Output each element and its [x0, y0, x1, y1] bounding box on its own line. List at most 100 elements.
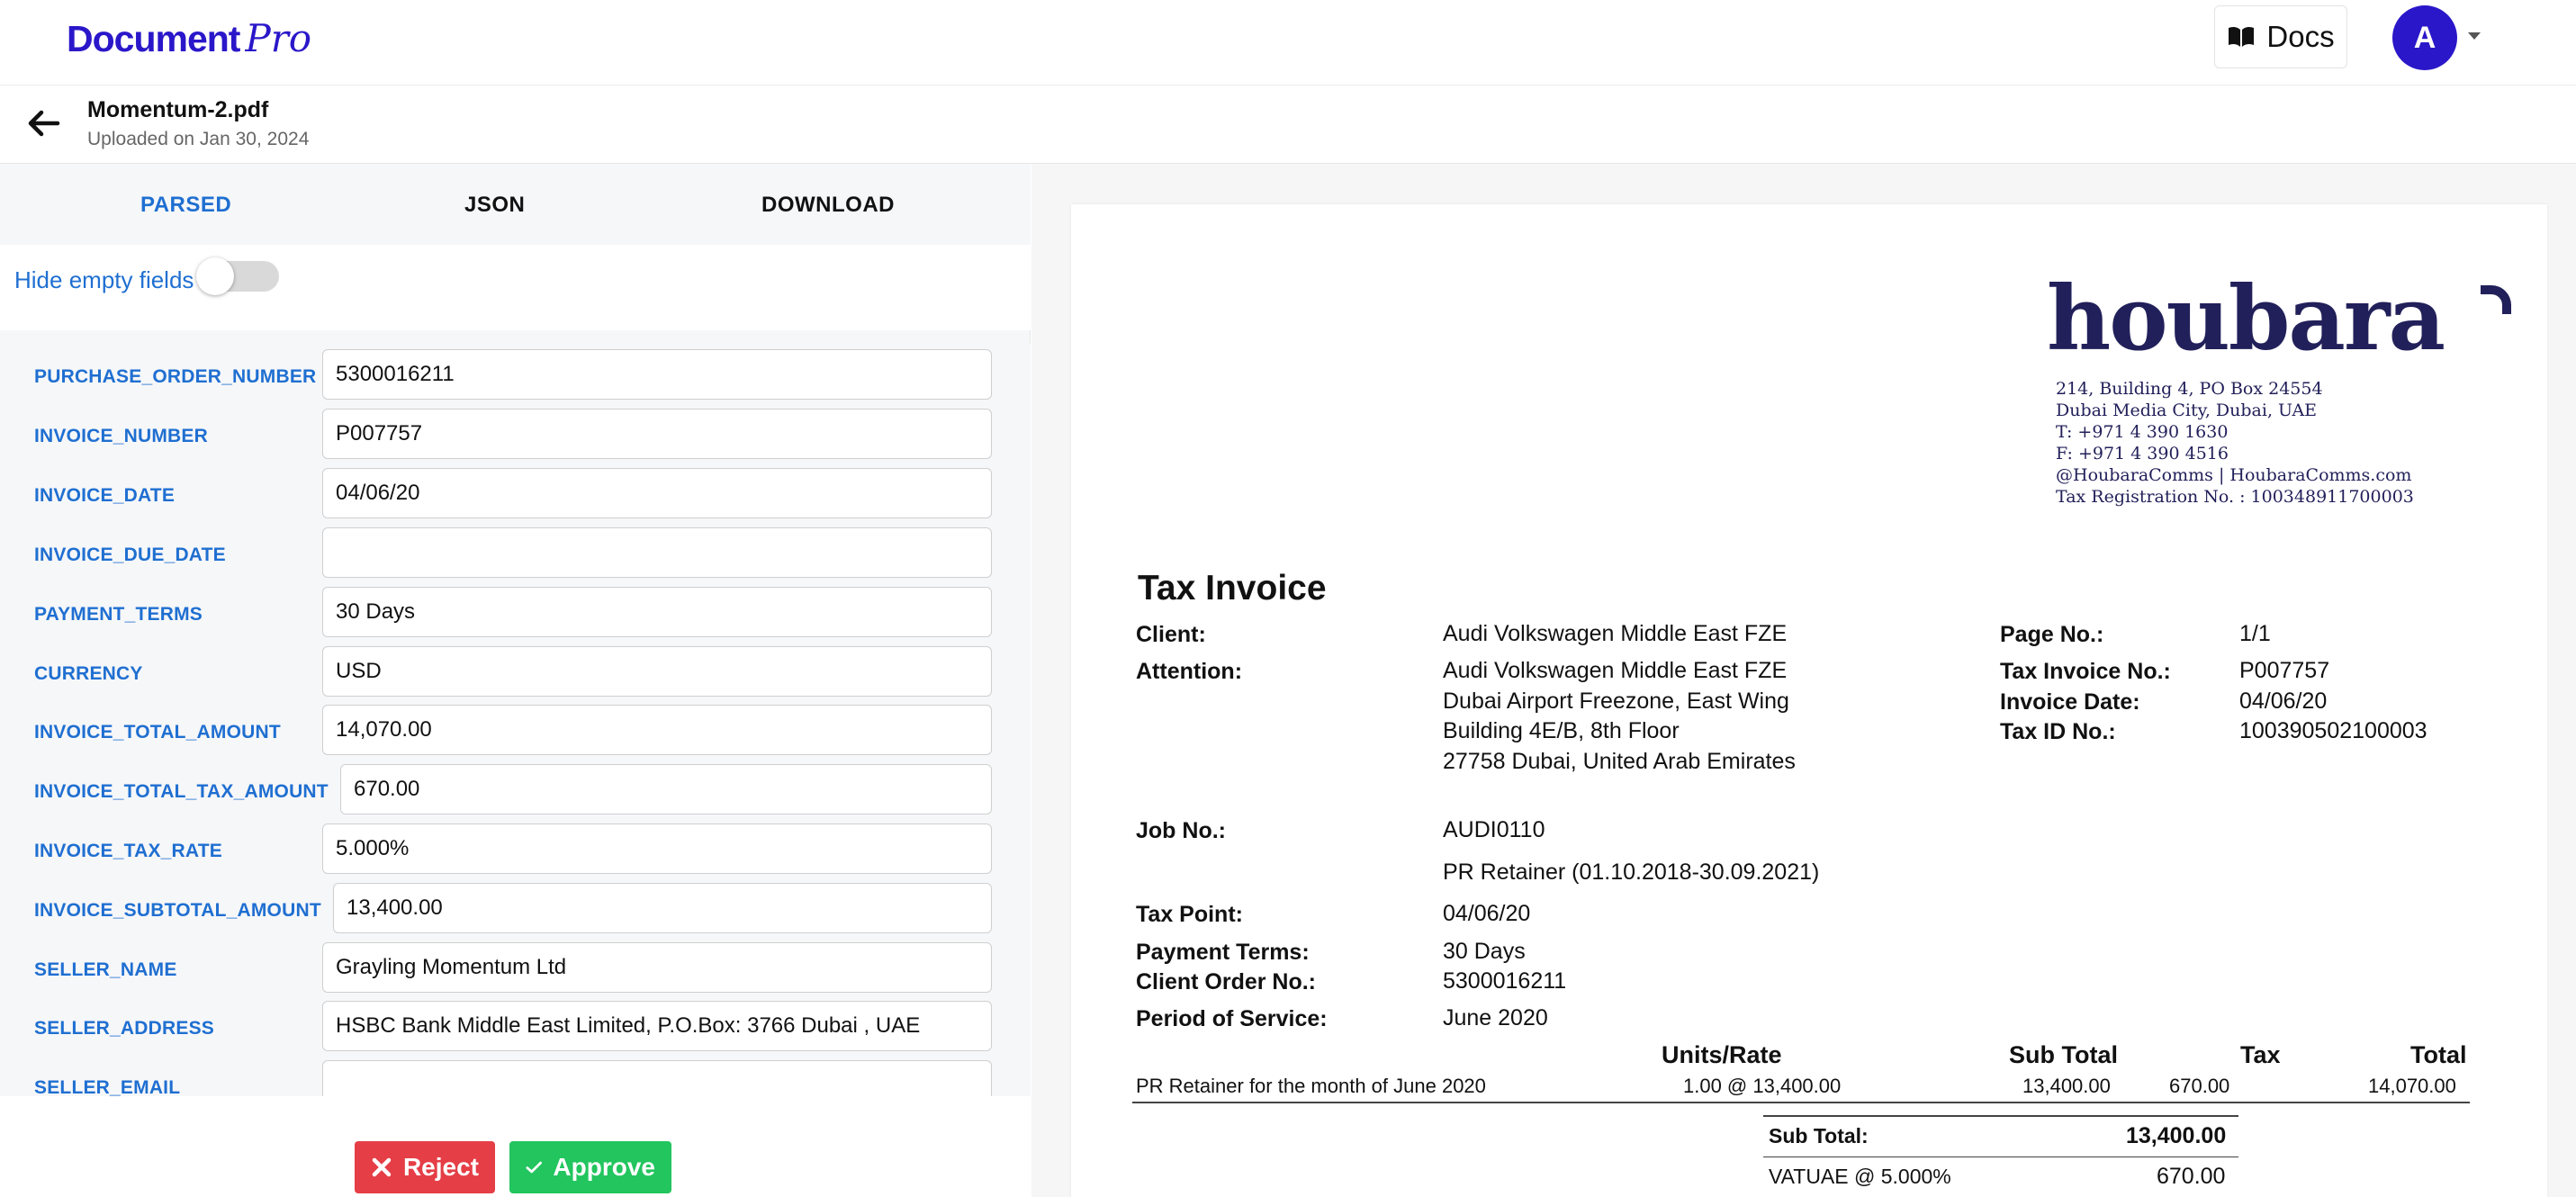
field-input-invoice-date[interactable]: 04/06/20 — [322, 468, 992, 518]
line-item-units: 1.00 @ 13,400.00 — [1683, 1075, 1842, 1097]
field-label-invoice-total-tax-amount: INVOICE_TOTAL_TAX_AMOUNT — [34, 781, 329, 802]
avatar[interactable]: A — [2392, 5, 2457, 70]
docs-button[interactable]: Docs — [2214, 5, 2347, 68]
summary-divider — [1763, 1156, 2238, 1157]
field-input-invoice-number[interactable]: P007757 — [322, 409, 992, 459]
invoice-date-label: Invoice Date: — [2000, 689, 2140, 715]
document-page: houbara 214, Building 4, PO Box 24554 Du… — [1071, 204, 2547, 1197]
field-label-seller-address: SELLER_ADDRESS — [34, 1018, 215, 1039]
tab-download[interactable]: DOWNLOAD — [761, 193, 895, 218]
docs-label: Docs — [2266, 20, 2335, 53]
summary-vat-label: VATUAE @ 5.000% — [1769, 1165, 1951, 1188]
summary-divider — [1763, 1115, 2238, 1117]
field-label-invoice-total-amount: INVOICE_TOTAL_AMOUNT — [34, 722, 281, 742]
houbara-logo: houbara — [2047, 267, 2445, 371]
close-icon — [372, 1157, 392, 1177]
field-label-purchase-order-number: PURCHASE_ORDER_NUMBER — [34, 366, 317, 387]
line-item-total: 14,070.00 — [2368, 1075, 2456, 1097]
summary-subtotal-label: Sub Total: — [1769, 1124, 1869, 1148]
tab-parsed[interactable]: PARSED — [140, 193, 231, 218]
field-input-invoice-subtotal-amount[interactable]: 13,400.00 — [333, 883, 992, 933]
approve-label: Approve — [553, 1153, 655, 1181]
field-input-payment-terms[interactable]: 30 Days — [322, 587, 992, 637]
invoice-date-value: 04/06/20 — [2239, 688, 2328, 714]
field-input-seller-name[interactable]: Grayling Momentum Ltd — [322, 942, 992, 993]
field-label-invoice-due-date: INVOICE_DUE_DATE — [34, 544, 226, 565]
period-value: June 2020 — [1443, 1005, 1548, 1030]
field-label-currency: CURRENCY — [34, 663, 143, 684]
tax-invoice-no-label: Tax Invoice No.: — [2000, 659, 2171, 684]
approve-button[interactable]: Approve — [509, 1141, 671, 1193]
top-bar: Document Pro Docs A — [0, 0, 2576, 86]
address-line: Tax Registration No. : 100348911700003 — [2056, 487, 2414, 507]
field-input-purchase-order-number[interactable]: 5300016211 — [322, 349, 992, 400]
payment-terms-label: Payment Terms: — [1136, 940, 1310, 965]
upload-date: Uploaded on Jan 30, 2024 — [87, 129, 310, 149]
col-header-total: Total — [2410, 1041, 2467, 1068]
payment-terms-value: 30 Days — [1443, 939, 1526, 964]
address-line: @HoubaraComms | HoubaraComms.com — [2056, 465, 2412, 485]
line-item-tax: 670.00 — [2169, 1075, 2230, 1097]
field-label-invoice-date: INVOICE_DATE — [34, 485, 176, 506]
tax-point-label: Tax Point: — [1136, 902, 1243, 927]
tax-id-value: 100390502100003 — [2239, 718, 2427, 743]
field-input-invoice-total-amount[interactable]: 14,070.00 — [322, 705, 992, 755]
address-line: Dubai Media City, Dubai, UAE — [2056, 400, 2318, 420]
file-header: Momentum-2.pdf Uploaded on Jan 30, 2024 — [0, 86, 2576, 164]
field-input-seller-email[interactable] — [322, 1060, 992, 1096]
line-item-description: PR Retainer for the month of June 2020 — [1136, 1075, 1486, 1097]
client-order-label: Client Order No.: — [1136, 969, 1317, 994]
back-arrow-icon[interactable] — [23, 104, 63, 143]
file-name: Momentum-2.pdf — [87, 97, 269, 122]
job-description: PR Retainer (01.10.2018-30.09.2021) — [1443, 860, 1820, 885]
field-input-currency[interactable]: USD — [322, 646, 992, 697]
field-label-seller-email: SELLER_EMAIL — [34, 1077, 181, 1096]
tax-id-label: Tax ID No.: — [2000, 719, 2116, 744]
brand-main-text: Document — [67, 18, 240, 59]
page-no-label: Page No.: — [2000, 622, 2104, 647]
app-logo[interactable]: Document Pro — [67, 16, 311, 70]
address-line: T: +971 4 390 1630 — [2056, 422, 2229, 442]
brand-pro-text: Pro — [245, 16, 312, 60]
check-icon — [526, 1161, 542, 1174]
book-icon — [2229, 26, 2255, 47]
address-line: 214, Building 4, PO Box 24554 — [2056, 379, 2323, 399]
client-label: Client: — [1136, 622, 1206, 647]
field-label-seller-name: SELLER_NAME — [34, 959, 177, 980]
field-input-invoice-total-tax-amount[interactable]: 670.00 — [340, 764, 992, 814]
attention-line: Audi Volkswagen Middle East FZE — [1443, 658, 1788, 683]
attention-line: 27758 Dubai, United Arab Emirates — [1443, 749, 1796, 774]
attention-line: Dubai Airport Freezone, East Wing — [1443, 688, 1789, 714]
field-label-invoice-tax-rate: INVOICE_TAX_RATE — [34, 841, 222, 861]
attention-label: Attention: — [1136, 659, 1243, 684]
page-no-value: 1/1 — [2239, 621, 2271, 646]
chevron-down-icon[interactable] — [2468, 32, 2481, 40]
table-divider — [1132, 1102, 2470, 1103]
field-label-invoice-subtotal-amount: INVOICE_SUBTOTAL_AMOUNT — [34, 900, 321, 921]
invoice-title: Tax Invoice — [1138, 569, 1327, 608]
reject-label: Reject — [402, 1153, 479, 1181]
toggle-row: Hide empty fields — [0, 245, 1031, 330]
tab-json[interactable]: JSON — [464, 193, 525, 218]
field-label-invoice-number: INVOICE_NUMBER — [34, 426, 208, 446]
field-input-invoice-tax-rate[interactable]: 5.000% — [322, 824, 992, 874]
fields-panel: PARSED JSON DOWNLOAD Hide empty fields P… — [0, 164, 1031, 1197]
hide-empty-fields-label: Hide empty fields — [14, 266, 194, 293]
reject-button[interactable]: Reject — [355, 1141, 495, 1193]
line-item-subtotal: 13,400.00 — [2022, 1075, 2111, 1097]
period-label: Period of Service: — [1136, 1006, 1328, 1031]
logo-swirl — [2481, 285, 2511, 314]
address-line: F: +971 4 390 4516 — [2056, 444, 2229, 464]
field-input-invoice-due-date[interactable] — [322, 527, 992, 578]
tax-point-value: 04/06/20 — [1443, 901, 1531, 926]
client-value: Audi Volkswagen Middle East FZE — [1443, 621, 1788, 646]
field-label-payment-terms: PAYMENT_TERMS — [34, 604, 203, 625]
attention-line: Building 4E/B, 8th Floor — [1443, 718, 1680, 743]
action-bar: Reject Approve — [0, 1096, 1031, 1197]
client-order-value: 5300016211 — [1443, 968, 1567, 994]
tab-bar: PARSED JSON DOWNLOAD — [0, 164, 1031, 245]
col-header-units: Units/Rate — [1662, 1041, 1782, 1068]
field-input-seller-address[interactable]: HSBC Bank Middle East Limited, P.O.Box: … — [322, 1001, 992, 1051]
toggle-knob[interactable] — [196, 257, 234, 295]
field-list: PURCHASE_ORDER_NUMBER 5300016211 INVOICE… — [0, 344, 1031, 1096]
